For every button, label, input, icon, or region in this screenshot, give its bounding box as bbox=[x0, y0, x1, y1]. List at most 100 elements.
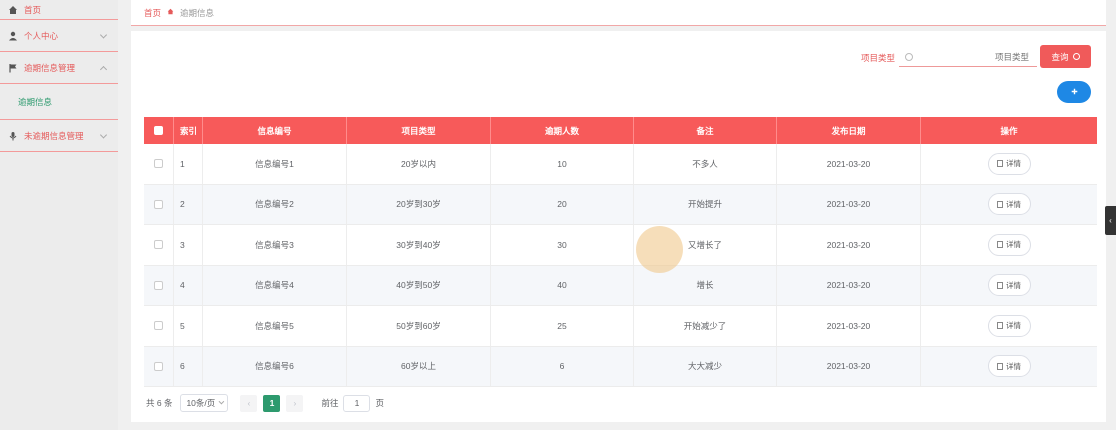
detail-button-label: 详情 bbox=[1006, 361, 1021, 371]
table-cell-index: 5 bbox=[174, 306, 203, 346]
goto-label: 前往 bbox=[321, 398, 339, 408]
table-cell-date: 2021-03-20 bbox=[777, 225, 921, 265]
flag-icon bbox=[8, 63, 18, 73]
table-cell-date: 2021-03-20 bbox=[777, 346, 921, 386]
row-checkbox[interactable] bbox=[154, 361, 163, 371]
document-icon bbox=[997, 241, 1003, 249]
table-cell-code: 信息编号5 bbox=[203, 306, 347, 346]
document-icon bbox=[997, 281, 1003, 289]
breadcrumb-current: 逾期信息 bbox=[180, 7, 215, 18]
next-page-button[interactable]: › bbox=[286, 394, 304, 412]
row-select-cell bbox=[144, 346, 174, 386]
column-header: 发布日期 bbox=[777, 117, 921, 144]
table-cell-date: 2021-03-20 bbox=[777, 184, 921, 224]
page-size-value: 10条/页 bbox=[186, 398, 216, 408]
row-checkbox[interactable] bbox=[154, 199, 163, 209]
table-cell-code: 信息编号2 bbox=[203, 184, 347, 224]
table-cell-date: 2021-03-20 bbox=[777, 306, 921, 346]
table-cell-count: 40 bbox=[491, 265, 634, 305]
row-checkbox[interactable] bbox=[154, 159, 163, 169]
search-icon bbox=[1072, 53, 1080, 60]
table-cell-type: 30岁到40岁 bbox=[347, 225, 491, 265]
sidebar-item-label: 首页 bbox=[24, 4, 42, 15]
table-cell-actions: 详情 bbox=[921, 225, 1097, 265]
data-table: 索引 信息编号 项目类型 逾期人数 备注 发布日期 操作 1 信息编号1 20岁以内… bbox=[144, 117, 1097, 387]
search-button[interactable]: 查询 bbox=[1040, 45, 1091, 68]
table-row: 5 信息编号5 50岁到60岁 25 开始减少了 2021-03-20 详情 bbox=[144, 306, 1097, 347]
row-checkbox[interactable] bbox=[154, 321, 163, 331]
table-cell-date: 2021-03-20 bbox=[777, 265, 921, 305]
table-cell-note: 不多人 bbox=[634, 144, 777, 184]
search-button-label: 查询 bbox=[1051, 51, 1069, 62]
table-cell-count: 6 bbox=[491, 346, 634, 386]
search-box bbox=[899, 47, 1037, 67]
prev-page-button[interactable]: ‹ bbox=[240, 394, 258, 412]
sidebar: 首页 个人中心 逾期信息管理 逾期信息 未逾期信息管理 bbox=[0, 0, 118, 430]
column-header: 操作 bbox=[1000, 125, 1018, 136]
table-cell-index: 6 bbox=[174, 346, 203, 386]
sidebar-subitem-overdue-info[interactable]: 逾期信息 bbox=[0, 84, 118, 120]
page-number-active[interactable]: 1 bbox=[263, 394, 281, 412]
table-cell-count: 25 bbox=[491, 306, 634, 346]
document-icon bbox=[997, 322, 1003, 330]
detail-button[interactable]: 详情 bbox=[987, 233, 1031, 256]
plus-icon bbox=[1071, 88, 1078, 97]
sidebar-item-home[interactable]: 首页 bbox=[0, 0, 118, 20]
table-cell-type: 20岁到30岁 bbox=[347, 184, 491, 224]
pagination-total: 共 6 条 bbox=[146, 398, 173, 408]
column-header: 项目类型 bbox=[347, 117, 491, 144]
table-row: 3 信息编号3 30岁到40岁 30 又增长了 2021-03-20 详情 bbox=[144, 225, 1097, 266]
side-panel-toggle[interactable]: ‹ bbox=[1105, 206, 1116, 235]
table-cell-note: 大大减少 bbox=[634, 346, 777, 386]
add-button[interactable] bbox=[1057, 81, 1091, 103]
goto-suffix: 页 bbox=[375, 398, 384, 408]
code-icon: ‹ bbox=[1109, 216, 1112, 225]
table-cell-count: 20 bbox=[491, 184, 634, 224]
table-row: 6 信息编号6 60岁以上 6 大大减少 2021-03-20 详情 bbox=[144, 346, 1097, 387]
search-label: 项目类型 bbox=[861, 53, 896, 63]
column-header: 信息编号 bbox=[203, 117, 347, 144]
row-select-cell bbox=[144, 225, 174, 265]
column-header: 备注 bbox=[634, 117, 777, 144]
detail-button-label: 详情 bbox=[1006, 199, 1021, 209]
sidebar-subitem-label: 逾期信息 bbox=[18, 96, 53, 107]
table-cell-count: 30 bbox=[491, 225, 634, 265]
goto-page-input[interactable]: 1 bbox=[343, 394, 371, 412]
table-cell-type: 40岁到50岁 bbox=[347, 265, 491, 305]
column-header: 索引 bbox=[174, 117, 203, 144]
table-cell-actions: 详情 bbox=[921, 347, 1097, 387]
table-cell-index: 2 bbox=[174, 184, 203, 224]
select-all-checkbox[interactable] bbox=[154, 126, 163, 135]
table-body: 1 信息编号1 20岁以内 10 不多人 2021-03-20 详情 2 信息编号2 20岁到30… bbox=[144, 144, 1097, 387]
main-card: 项目类型 查询 索引 信息编号 项目类型 逾期人数 备注 发布日期 操作 1信息… bbox=[131, 31, 1106, 422]
home-icon bbox=[8, 5, 18, 15]
chevron-up-icon bbox=[99, 65, 108, 73]
detail-button[interactable]: 详情 bbox=[987, 274, 1031, 297]
sidebar-item-label: 未逾期信息管理 bbox=[24, 130, 84, 141]
sidebar-item-personal-center[interactable]: 个人中心 bbox=[0, 20, 118, 52]
chevron-down-icon bbox=[99, 30, 108, 39]
table-row: 4 信息编号4 40岁到50岁 40 增长 2021-03-20 详情 bbox=[144, 265, 1097, 306]
breadcrumb: 首页 逾期信息 bbox=[131, 0, 1106, 26]
table-cell-code: 信息编号6 bbox=[203, 346, 347, 386]
breadcrumb-home[interactable]: 首页 bbox=[144, 7, 161, 19]
table-cell-code: 信息编号1 bbox=[203, 144, 347, 184]
detail-button[interactable]: 详情 bbox=[987, 152, 1031, 175]
table-cell-note: 开始减少了 bbox=[634, 306, 777, 346]
search-input[interactable] bbox=[929, 51, 1029, 62]
table-row: 2 信息编号2 20岁到30岁 20 开始提升 2021-03-20 详情 bbox=[144, 184, 1097, 225]
detail-button[interactable]: 详情 bbox=[987, 193, 1031, 216]
chevron-down-icon bbox=[219, 398, 225, 405]
detail-button[interactable]: 详情 bbox=[987, 355, 1031, 378]
search-icon bbox=[905, 52, 913, 61]
table-cell-actions: 详情 bbox=[921, 306, 1097, 346]
row-checkbox[interactable] bbox=[154, 240, 163, 250]
row-checkbox[interactable] bbox=[154, 280, 163, 290]
table-cell-actions: 详情 bbox=[921, 185, 1097, 225]
detail-button[interactable]: 详情 bbox=[987, 314, 1031, 337]
page-size-select[interactable]: 10条/页 bbox=[180, 394, 229, 412]
detail-button-label: 详情 bbox=[1006, 321, 1021, 331]
sidebar-item-not-overdue-management[interactable]: 未逾期信息管理 bbox=[0, 120, 118, 152]
microphone-icon bbox=[8, 131, 18, 141]
sidebar-item-overdue-management[interactable]: 逾期信息管理 bbox=[0, 52, 118, 84]
